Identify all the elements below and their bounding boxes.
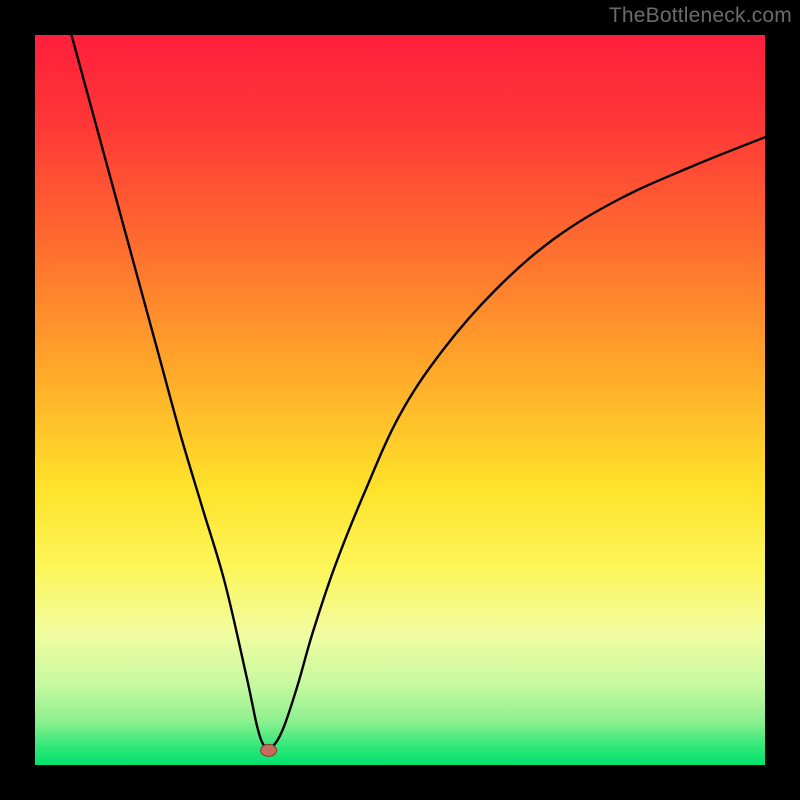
chart-svg	[35, 35, 765, 765]
plot-area	[35, 35, 765, 765]
chart-frame: TheBottleneck.com	[0, 0, 800, 800]
gradient-background	[35, 35, 765, 765]
watermark-label: TheBottleneck.com	[609, 4, 792, 28]
optimal-point-marker	[261, 744, 277, 756]
